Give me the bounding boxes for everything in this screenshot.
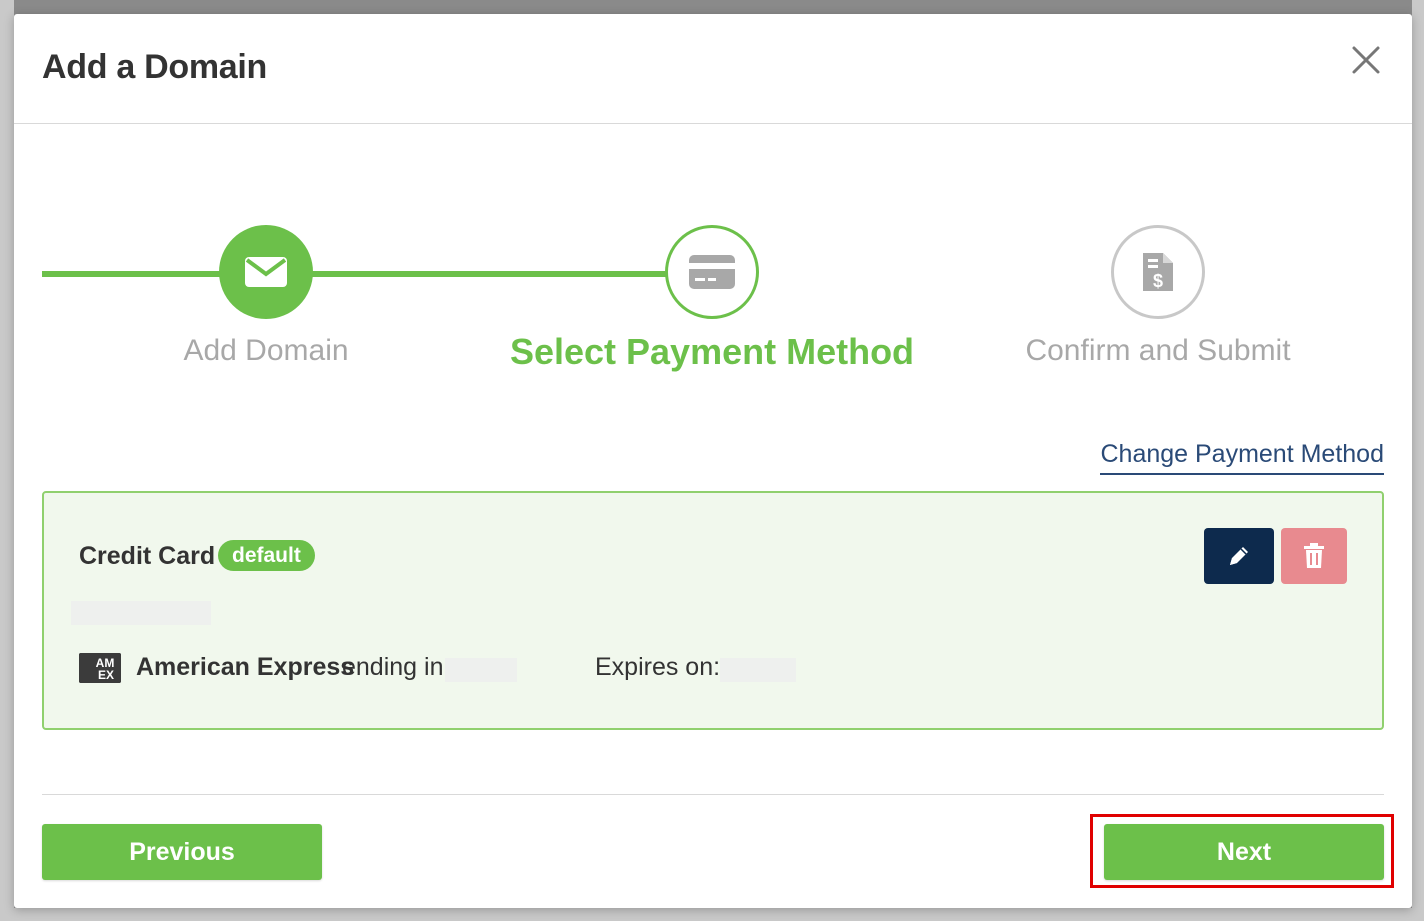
- payment-card-panel: Credit Card default AM EX American Expre…: [42, 491, 1384, 730]
- card-holder-redacted: [71, 601, 211, 625]
- modal-title: Add a Domain: [42, 48, 267, 86]
- default-badge: default: [218, 540, 315, 571]
- background-page: [1412, 0, 1424, 921]
- trash-icon: [1304, 543, 1324, 568]
- invoice-dollar-icon: $: [1143, 253, 1173, 291]
- envelope-icon: [245, 257, 287, 287]
- card-brand: American Express: [136, 653, 355, 681]
- pencil-icon: [1230, 547, 1248, 565]
- svg-text:$: $: [1153, 271, 1163, 291]
- card-last-digits-redacted: [445, 658, 517, 682]
- step-select-payment: [665, 225, 759, 319]
- previous-button[interactable]: Previous: [42, 824, 322, 880]
- modal-header: Add a Domain: [14, 14, 1412, 124]
- delete-card-button[interactable]: [1281, 528, 1347, 584]
- edit-card-button[interactable]: [1204, 528, 1274, 584]
- svg-text:EX: EX: [98, 668, 114, 682]
- amex-icon: AM EX: [79, 653, 121, 683]
- background-page: [0, 0, 14, 921]
- step-label-select-payment: Select Payment Method: [509, 331, 915, 372]
- step-label-add-domain: Add Domain: [183, 334, 349, 367]
- change-payment-method-link[interactable]: Change Payment Method: [1100, 440, 1384, 475]
- background-page: [0, 908, 1424, 921]
- card-type-label: Credit Card: [79, 542, 216, 570]
- add-domain-modal: Add a Domain Add Domain Select Payment M…: [14, 14, 1412, 908]
- next-button[interactable]: Next: [1104, 824, 1384, 880]
- close-icon: [1352, 46, 1380, 74]
- card-expires-label: Expires on:: [595, 653, 721, 681]
- step-connector-line: [42, 271, 667, 277]
- close-button[interactable]: [1350, 44, 1382, 76]
- step-add-domain: [219, 225, 313, 319]
- footer-divider: [42, 794, 1384, 795]
- credit-card-icon: [689, 255, 735, 289]
- step-label-confirm-submit: Confirm and Submit: [1025, 334, 1291, 367]
- card-ending-label: ending in: [342, 653, 444, 681]
- card-expiry-redacted: [720, 658, 796, 682]
- step-confirm-submit: $: [1111, 225, 1205, 319]
